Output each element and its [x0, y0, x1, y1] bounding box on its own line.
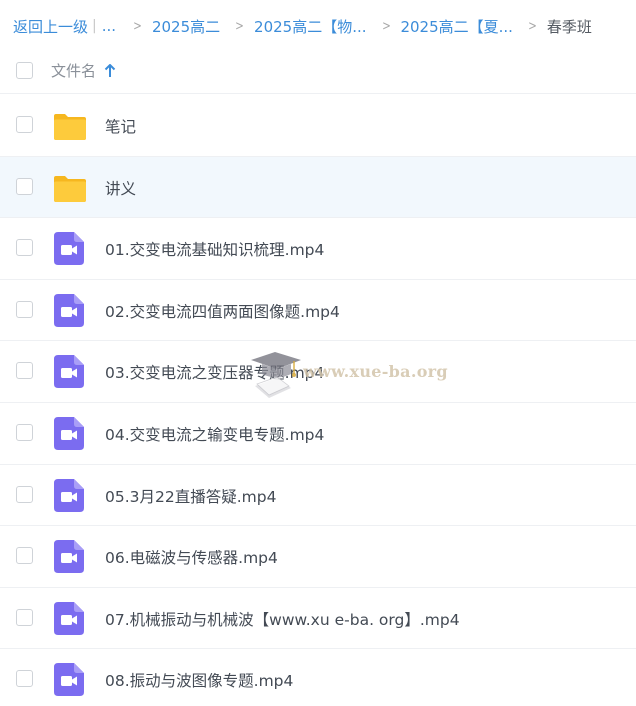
file-name[interactable]: 01.交变电流基础知识梳理.mp4 [105, 238, 324, 260]
file-name[interactable]: 讲义 [105, 177, 136, 199]
list-item[interactable]: 07.机械振动与机械波【www.xu e-ba. org】.mp4 [0, 588, 636, 650]
row-checkbox[interactable] [16, 362, 33, 380]
list-item[interactable]: 01.交变电流基础知识梳理.mp4 [0, 218, 636, 280]
chevron-right-icon: > [133, 18, 142, 34]
select-all-checkbox[interactable] [16, 62, 33, 79]
chevron-right-icon: > [528, 18, 537, 34]
list-item[interactable]: 05.3月22直播答疑.mp4 [0, 465, 636, 527]
chevron-right-icon: > [235, 18, 244, 34]
row-checkbox[interactable] [16, 177, 33, 195]
breadcrumb-ellipsis[interactable]: ... [102, 17, 116, 35]
list-item[interactable]: 04.交变电流之输变电专题.mp4 [0, 403, 636, 465]
file-list: 笔记 讲义 01.交变电流基础知识梳理.mp4 02.交变电流四值两面图像题.m… [0, 95, 636, 706]
filename-column-label: 文件名 [51, 62, 97, 80]
row-checkbox[interactable] [16, 670, 33, 688]
row-checkbox[interactable] [16, 608, 33, 626]
file-name[interactable]: 07.机械振动与机械波【www.xu e-ba. org】.mp4 [105, 608, 460, 630]
file-name[interactable]: 笔记 [105, 115, 136, 137]
video-file-icon [54, 293, 84, 327]
file-browser: 返回上一级 | ... > 2025高二 > 2025高二【物... > 202… [0, 0, 636, 706]
video-file-icon [54, 355, 84, 389]
row-checkbox[interactable] [16, 239, 33, 257]
breadcrumb: 返回上一级 | ... > 2025高二 > 2025高二【物... > 202… [13, 14, 592, 38]
file-name[interactable]: 06.电磁波与传感器.mp4 [105, 546, 278, 568]
list-header: 文件名 [0, 48, 636, 94]
row-checkbox[interactable] [16, 116, 33, 133]
list-item[interactable]: 06.电磁波与传感器.mp4 [0, 526, 636, 588]
video-file-icon [54, 478, 84, 512]
list-item[interactable]: 03.交变电流之变压器专题.mp4 [0, 341, 636, 403]
back-link[interactable]: 返回上一级 [13, 16, 88, 37]
video-file-icon [54, 232, 84, 266]
chevron-right-icon: > [381, 18, 391, 34]
video-file-icon [54, 540, 84, 574]
breadcrumb-item-summer[interactable]: 2025高二【夏... [400, 16, 512, 37]
list-item[interactable]: 02.交变电流四值两面图像题.mp4 [0, 280, 636, 342]
folder-icon [54, 175, 86, 202]
row-checkbox[interactable] [16, 423, 33, 441]
breadcrumb-divider: | [92, 18, 97, 34]
breadcrumb-current: 春季班 [546, 17, 592, 36]
folder-icon [54, 114, 86, 140]
list-item[interactable]: 讲义 [0, 156, 636, 219]
file-name[interactable]: 05.3月22直播答疑.mp4 [105, 485, 276, 507]
list-item[interactable]: 笔记 [0, 95, 636, 157]
list-item[interactable]: 08.振动与波图像专题.mp4 [0, 649, 636, 706]
row-checkbox[interactable] [16, 547, 33, 565]
arrow-up-icon[interactable] [104, 63, 116, 78]
file-name[interactable]: 02.交变电流四值两面图像题.mp4 [105, 300, 340, 322]
video-file-icon [54, 663, 84, 697]
file-name[interactable]: 08.振动与波图像专题.mp4 [105, 669, 293, 691]
video-file-icon [54, 601, 84, 635]
breadcrumb-item-2025-grade11[interactable]: 2025高二 [152, 16, 220, 37]
file-name[interactable]: 04.交变电流之输变电专题.mp4 [105, 423, 324, 445]
row-checkbox[interactable] [16, 300, 33, 318]
file-name[interactable]: 03.交变电流之变压器专题.mp4 [105, 361, 324, 383]
video-file-icon [54, 416, 84, 450]
filename-column-header[interactable]: 文件名 [51, 60, 116, 81]
row-checkbox[interactable] [16, 485, 33, 503]
breadcrumb-item-physics[interactable]: 2025高二【物... [254, 16, 366, 37]
